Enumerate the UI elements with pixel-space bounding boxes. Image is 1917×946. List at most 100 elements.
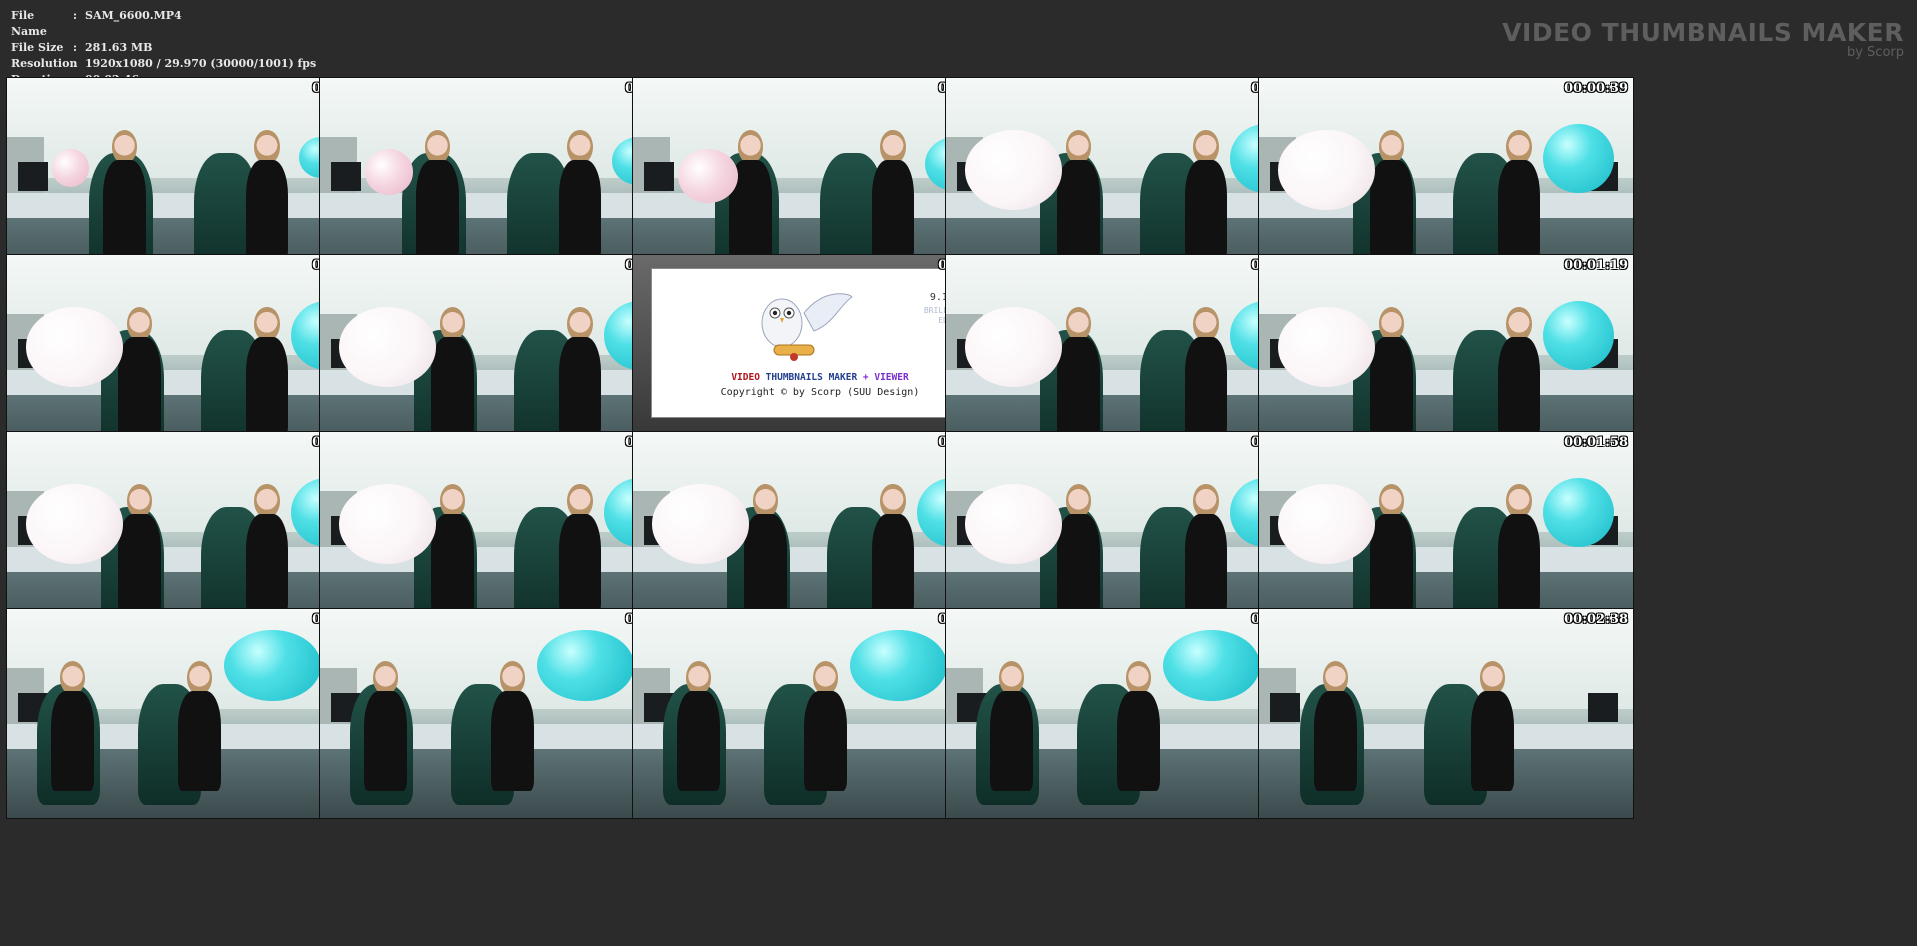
- person: [869, 130, 918, 260]
- person-head: [372, 661, 399, 695]
- person-body: [1057, 337, 1101, 437]
- splash-title: VIDEO THUMBNAILS MAKER + VIEWER: [652, 372, 988, 383]
- white-balloon: [338, 484, 436, 564]
- person-head: [1506, 484, 1532, 518]
- person: [175, 661, 224, 791]
- person: [1367, 484, 1416, 614]
- person-head: [254, 307, 280, 341]
- splash-title-tm: THUMBNAILS MAKER: [765, 372, 858, 383]
- file-name-row: File Name : SAM_6600.MP4: [11, 8, 316, 40]
- person: [801, 661, 850, 791]
- person: [556, 130, 605, 260]
- person-body: [1471, 691, 1515, 791]
- person-body: [558, 160, 602, 260]
- cyan-balloon: [223, 629, 322, 701]
- resolution-label: Resolution: [11, 57, 78, 70]
- person-body: [51, 691, 94, 791]
- person-body: [118, 337, 162, 437]
- person: [987, 661, 1036, 791]
- thumbnail-frame[interactable]: 00:02:38: [1258, 608, 1634, 819]
- person-head: [567, 307, 593, 341]
- person-head: [998, 661, 1025, 695]
- person-body: [1184, 514, 1228, 614]
- person-head: [1193, 130, 1219, 164]
- owl-logo-icon: [761, 293, 853, 361]
- person-body: [103, 160, 147, 260]
- person-body: [744, 514, 788, 614]
- person-head: [880, 130, 906, 164]
- person-body: [431, 514, 475, 614]
- person-head: [1506, 130, 1532, 164]
- person: [1367, 307, 1416, 437]
- person-head: [880, 484, 906, 518]
- person: [556, 307, 605, 437]
- person: [727, 130, 776, 260]
- person-body: [1370, 337, 1414, 437]
- white-balloon: [964, 307, 1062, 387]
- person-body: [1314, 691, 1358, 791]
- person: [243, 307, 292, 437]
- person-body: [1497, 514, 1541, 614]
- thumbnail-timestamp: 00:01:19: [1564, 258, 1628, 273]
- person-body: [871, 514, 915, 614]
- person: [48, 661, 97, 791]
- person-body: [558, 337, 602, 437]
- person: [428, 307, 477, 437]
- person-head: [59, 661, 86, 695]
- resolution-row: Resolution : 1920x1080 / 29.970 (30000/1…: [11, 56, 316, 72]
- thumbnail-grid: 00:00:0700:00:1500:00:2300:00:3100:00:39…: [6, 77, 1912, 941]
- person-body: [804, 691, 847, 791]
- person: [741, 484, 790, 614]
- person-head: [254, 130, 280, 164]
- person: [115, 484, 164, 614]
- person-body: [990, 691, 1033, 791]
- person-head: [567, 484, 593, 518]
- person: [1114, 661, 1163, 791]
- person-head: [112, 130, 138, 164]
- person-head: [1379, 307, 1405, 341]
- person-body: [558, 514, 602, 614]
- person-head: [1066, 484, 1092, 518]
- resolution-value: 1920x1080 / 29.970 (30000/1001) fps: [85, 57, 317, 70]
- person-head: [1480, 661, 1506, 695]
- person-head: [1066, 307, 1092, 341]
- pink-balloon: [677, 149, 738, 204]
- file-size-label: File Size: [11, 41, 64, 54]
- person: [101, 130, 150, 260]
- white-balloon: [651, 484, 749, 564]
- person-body: [1497, 160, 1541, 260]
- cyan-balloon: [1543, 123, 1615, 193]
- person: [1495, 130, 1544, 260]
- person: [361, 661, 410, 791]
- file-size-sep: :: [73, 41, 78, 54]
- person-body: [1184, 337, 1228, 437]
- brand-watermark: VIDEO THUMBNAILS MAKER by Scorp: [1502, 20, 1904, 60]
- person-body: [1370, 514, 1414, 614]
- thumbnail-timestamp: 00:01:58: [1564, 435, 1628, 450]
- person-head: [1193, 307, 1219, 341]
- person-head: [127, 307, 153, 341]
- person: [488, 661, 537, 791]
- white-balloon: [964, 484, 1062, 564]
- brand-subtitle: by Scorp: [1846, 45, 1904, 60]
- person-body: [431, 337, 475, 437]
- person-head: [738, 130, 764, 164]
- monitor: [1270, 692, 1301, 722]
- white-balloon: [25, 484, 123, 564]
- person-head: [1125, 661, 1152, 695]
- person: [115, 307, 164, 437]
- person: [1311, 661, 1360, 791]
- person-head: [812, 661, 839, 695]
- cyan-balloon: [1543, 477, 1615, 547]
- person: [1182, 484, 1231, 614]
- person: [428, 484, 477, 614]
- person: [414, 130, 463, 260]
- person-body: [491, 691, 534, 791]
- cyan-balloon: [849, 629, 948, 701]
- monitor: [18, 161, 49, 191]
- person-head: [440, 484, 466, 518]
- person-head: [425, 130, 451, 164]
- person-body: [245, 160, 289, 260]
- person-body: [871, 160, 915, 260]
- person-body: [1370, 160, 1414, 260]
